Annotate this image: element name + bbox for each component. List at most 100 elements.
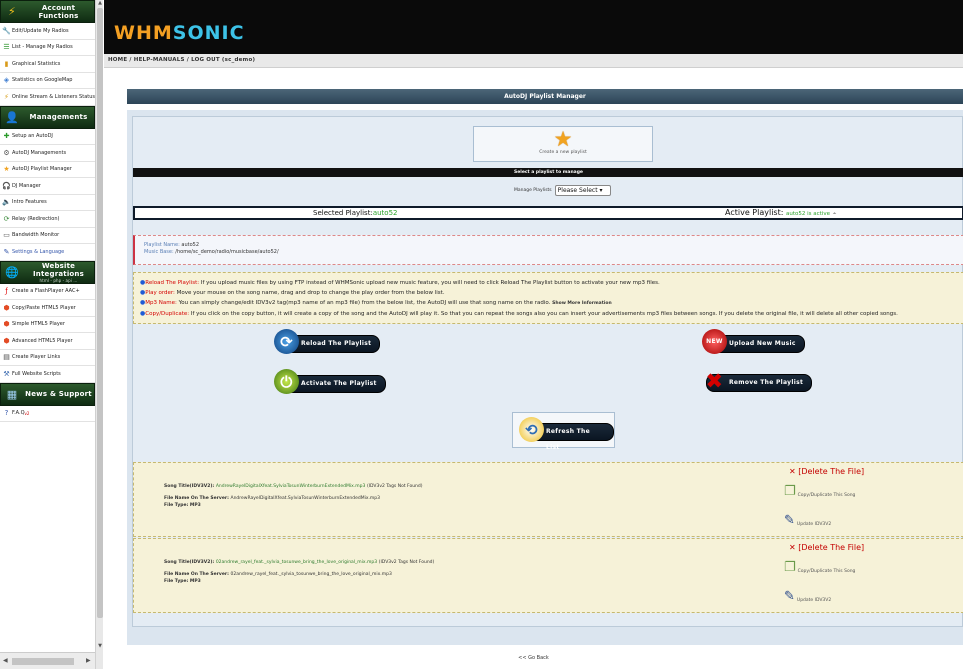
activate-playlist-button[interactable]: ⏻ Activate The Playlist	[274, 369, 386, 394]
breadcrumb-logout[interactable]: LOG OUT (sc_demo)	[191, 57, 255, 63]
sidebar-horizontal-scrollbar[interactable]: ◀ ▶	[0, 652, 95, 669]
page-title: AutoDJ Playlist Manager	[127, 89, 963, 104]
go-back-link[interactable]: << Go Back	[104, 655, 963, 661]
new-badge-icon: NEW	[702, 329, 727, 354]
gear-icon: ⚙	[3, 148, 10, 157]
active-playlist: Active Playlist: auto52 is active ⏶	[725, 208, 837, 217]
update-idv3-button[interactable]: ✎ Update IDV3V2	[784, 590, 831, 603]
sidebar-item-stream-status[interactable]: ⚡ Online Stream & Listeners Status	[0, 89, 95, 106]
song-row[interactable]: Song Title(IDV3V2): AndrewRayelDigitalXf…	[133, 462, 963, 537]
breadcrumb: HOME / HELP-MANUALS / LOG OUT (sc_demo)	[104, 54, 963, 68]
delete-file-button[interactable]: ✕ [Delete The File]	[789, 543, 864, 552]
star-icon: ★	[553, 127, 573, 151]
sidebar-item-list-radios[interactable]: ☰ List - Manage My Radios	[0, 40, 95, 56]
sidebar: ⚡ Account Functions 🔧 Edit/Update My Radi…	[0, 0, 103, 669]
upload-music-button[interactable]: NEW Upload New Music	[702, 329, 805, 354]
create-playlist-button[interactable]: ★ Create a new playlist	[473, 126, 653, 162]
sidebar-item-dj-manager[interactable]: 🎧 DJ Manager	[0, 178, 95, 195]
header-bar: WHMSONIC	[104, 0, 963, 54]
playlist-info-box: Playlist Name: auto52 Music Base: /home/…	[133, 235, 963, 265]
window: ⚡ Account Functions 🔧 Edit/Update My Radi…	[0, 0, 963, 669]
scroll-left-icon[interactable]: ◀	[3, 657, 8, 664]
update-idv3-button[interactable]: ✎ Update IDV3V2	[784, 514, 831, 527]
copy-song-button[interactable]: ❐ Copy/Duplicate This Song	[784, 485, 855, 498]
star-icon: ★	[3, 165, 10, 174]
refresh-list-container: ⟲ Refresh The List	[512, 412, 615, 451]
signal-icon: ⚡	[3, 92, 9, 101]
scrollbar-thumb[interactable]	[12, 658, 74, 665]
reload-playlist-button[interactable]: ⟳ Reload The Playlist	[274, 329, 381, 354]
sidebar-item-graphical-statistics[interactable]: ▮ Graphical Statistics	[0, 56, 95, 73]
sidebar-vertical-scrollbar[interactable]: ▲ ▼	[95, 0, 103, 669]
scrollbar-thumb[interactable]	[97, 8, 103, 618]
remove-playlist-button[interactable]: ✖ Remove The Playlist	[706, 370, 813, 392]
copy-song-button[interactable]: ❐ Copy/Duplicate This Song	[784, 561, 855, 574]
sidebar-item-settings-language[interactable]: ✎ Settings & Language	[0, 244, 95, 261]
playlist-name-row: Playlist Name: auto52	[144, 242, 200, 248]
relay-icon: ⟳	[3, 214, 10, 223]
sidebar-item-player-links[interactable]: ▤ Create Player Links	[0, 350, 95, 366]
create-playlist-label: Create a new playlist	[539, 150, 587, 155]
edit-icon: ✎	[784, 513, 795, 528]
plus-icon: ✚	[3, 132, 10, 141]
song-row[interactable]: Song Title(IDV3V2): 02andrew_rayel_feat.…	[133, 538, 963, 613]
reload-icon: ⟳	[274, 329, 299, 354]
html5-icon: ⬢	[3, 303, 10, 312]
section-header-website-integrations: 🌐 Website Integrations html - php - api .…	[0, 260, 95, 284]
scroll-down-icon[interactable]: ▼	[96, 643, 104, 649]
section-header-news-support: ▦ News & Support	[0, 382, 95, 406]
music-base-row: Music Base: /home/sc_demo/radio/musicbas…	[144, 249, 279, 255]
delete-file-button[interactable]: ✕ [Delete The File]	[789, 467, 864, 476]
close-icon: ✖	[705, 368, 724, 393]
sidebar-item-advanced-html5[interactable]: ⬢ Advanced HTML5 Player	[0, 333, 95, 350]
sidebar-item-copy-paste-html5[interactable]: ⬢ Copy/Paste HTML5 Player	[0, 300, 95, 317]
logo: WHMSONIC	[114, 22, 245, 44]
sidebar-item-edit-radios[interactable]: 🔧 Edit/Update My Radios	[0, 23, 95, 40]
sidebar-item-flashplayer[interactable]: ƒ Create a FlashPlayer AAC+	[0, 284, 95, 300]
scroll-up-icon[interactable]: ▲	[96, 0, 104, 6]
breadcrumb-help-manuals[interactable]: HELP-MANUALS	[134, 57, 185, 63]
sidebar-item-relay[interactable]: ⟳ Relay (Redirection)	[0, 211, 95, 228]
sidebar-item-simple-html5[interactable]: ⬢ Simple HTML5 Player	[0, 317, 95, 333]
manage-playlists-row: Manage Playlists Please Select ▾	[514, 185, 611, 196]
html5-icon: ⬢	[3, 336, 10, 345]
main-content: WHMSONIC HOME / HELP-MANUALS / LOG OUT (…	[104, 0, 963, 669]
close-icon: ✕	[789, 467, 796, 476]
monitor-icon: ▭	[3, 231, 10, 240]
sidebar-item-setup-autodj[interactable]: ✚ Setup an AutoDJ	[0, 129, 95, 145]
copy-icon: ❐	[784, 484, 796, 499]
playlist-select[interactable]: Please Select ▾	[554, 185, 611, 196]
breadcrumb-home[interactable]: HOME	[108, 57, 127, 63]
script-icon: ⚒	[3, 369, 10, 378]
show-more-link[interactable]: Show More Information	[552, 301, 612, 306]
globe-icon: 🌐	[5, 265, 19, 279]
link-icon: ▤	[3, 353, 10, 362]
sidebar-item-playlist-manager[interactable]: ★ AutoDJ Playlist Manager	[0, 162, 95, 178]
scroll-right-icon[interactable]: ▶	[86, 657, 91, 664]
tip-reload: ●Reload The Playlist: If you upload musi…	[140, 279, 660, 286]
selected-playlist: Selected Playlist:auto52	[313, 209, 398, 217]
sidebar-item-intro-features[interactable]: 🔈 Intro Features	[0, 195, 95, 211]
settings-icon: ✎	[3, 247, 10, 256]
help-tips: ●Reload The Playlist: If you upload musi…	[133, 272, 963, 324]
speaker-icon: 🔈	[2, 198, 11, 207]
faq-version-badge: v2	[24, 410, 30, 416]
tip-copy-duplicate: ●Copy/Duplicate: If you click on the cop…	[140, 310, 898, 317]
refresh-list-button[interactable]: ⟲ Refresh The List	[519, 417, 614, 451]
tip-play-order: ●Play order: Move your mouse on the song…	[140, 289, 445, 296]
active-check-icon: ⏶	[832, 211, 837, 217]
close-icon: ✕	[789, 543, 796, 552]
sidebar-item-google-map[interactable]: ◈ Statistics on GoogleMap	[0, 73, 95, 89]
sidebar-item-bandwidth-monitor[interactable]: ▭ Bandwidth Monitor	[0, 228, 95, 244]
song-file-name: File Name On The Server: AndrewRayelDigi…	[164, 496, 381, 501]
copy-icon: ❐	[784, 560, 796, 575]
sidebar-item-website-scripts[interactable]: ⚒ Full Website Scripts	[0, 366, 95, 383]
section-title: Website Integrations	[33, 261, 84, 278]
lightning-icon: ⚡	[8, 5, 16, 18]
list-icon: ☰	[3, 43, 10, 52]
sidebar-item-faq[interactable]: ? F.A.Q v2	[0, 406, 95, 422]
tip-mp3-name: ●Mp3 Name: You can simply change/edit ID…	[140, 299, 612, 306]
sidebar-item-autodj-managements[interactable]: ⚙ AutoDJ Managements	[0, 145, 95, 162]
song-file-name: File Name On The Server: 02andrew_rayel_…	[164, 572, 392, 577]
edit-icon: ✎	[784, 589, 795, 604]
